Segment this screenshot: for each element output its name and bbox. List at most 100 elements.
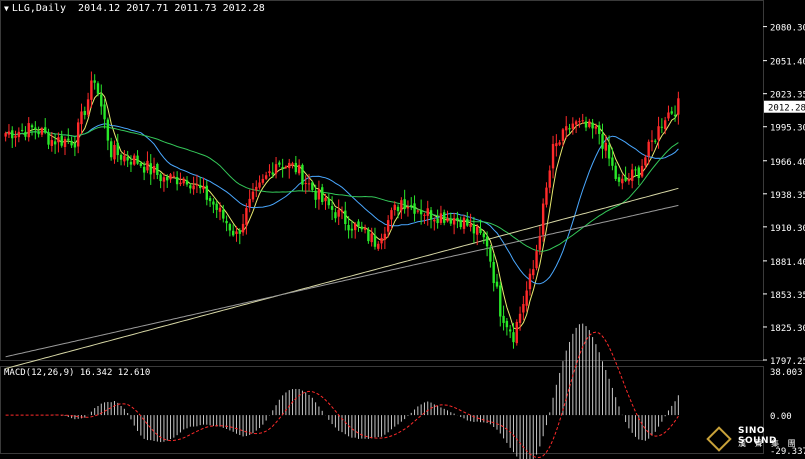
candle-body: [248, 198, 251, 208]
candle-body: [123, 155, 126, 162]
candle-body: [594, 126, 598, 129]
candle-body: [304, 182, 307, 184]
candle-body: [34, 127, 37, 130]
candle-body: [284, 166, 288, 168]
candle-body: [195, 184, 199, 186]
candle-body: [654, 140, 657, 142]
candle-body: [264, 175, 268, 179]
candle-body: [574, 121, 578, 125]
candle-body: [251, 191, 255, 200]
candle-body: [443, 212, 446, 223]
candle-body: [640, 165, 644, 177]
candle-body: [40, 128, 44, 135]
candle-body: [344, 210, 347, 225]
candle-body: [591, 122, 594, 129]
candle-body: [363, 228, 367, 230]
current-price-label: 2012.28: [768, 104, 805, 114]
candle-body: [116, 142, 119, 156]
candle-body: [73, 143, 77, 148]
candle-body: [607, 144, 611, 159]
candle-body: [452, 218, 456, 225]
candle-body: [129, 161, 133, 165]
candle-body: [380, 237, 383, 244]
candle-body: [621, 178, 624, 184]
candle-body: [403, 199, 406, 210]
candle-body: [235, 231, 238, 235]
sino-sound-logo: SINO SOUND 漢 聲 集 團: [706, 426, 802, 457]
candle-body: [175, 177, 179, 185]
price-tick-label: 1966.40: [770, 158, 805, 168]
candle-body: [311, 182, 314, 190]
candle-body: [353, 223, 357, 231]
candle-body: [634, 169, 637, 171]
price-chart[interactable]: 2080.30 2051.40 2023.35 1995.30 1966.40 1938.…: [0, 0, 805, 459]
candle-body: [670, 111, 673, 114]
candle-body: [96, 83, 100, 94]
candle-body: [518, 313, 522, 323]
candle-body: [80, 111, 83, 125]
price-tick-label: 1881.40: [770, 258, 805, 268]
candle-body: [630, 169, 634, 181]
candle-body: [53, 141, 57, 145]
candle-body: [479, 228, 482, 234]
candle-body: [604, 142, 608, 151]
candle-body: [423, 214, 426, 216]
candle-body: [307, 183, 311, 185]
candle-body: [528, 273, 532, 290]
candle-body: [673, 114, 677, 117]
candle-body: [245, 208, 248, 225]
candle-body: [367, 229, 370, 242]
candle-body: [189, 185, 192, 189]
candle-body: [228, 224, 232, 231]
candle-body: [297, 164, 301, 174]
candle-body: [419, 209, 423, 215]
candle-body: [113, 144, 116, 160]
candle-body: [162, 177, 166, 182]
candle-body: [291, 163, 294, 166]
candle-body: [30, 125, 34, 128]
candle-body: [268, 171, 271, 174]
candle-body: [644, 157, 647, 166]
candle-body: [571, 123, 575, 129]
logo-brand-cn: 漢 聲 集 團: [738, 439, 799, 448]
candle-body: [166, 176, 169, 181]
candle-body: [159, 174, 162, 182]
candle-body: [667, 112, 670, 119]
candle-body: [400, 200, 403, 211]
candle-body: [482, 233, 485, 238]
candle-body: [476, 226, 479, 235]
candle-body: [456, 217, 459, 220]
candle-body: [50, 140, 54, 146]
candle-body: [561, 129, 565, 141]
candle-body: [142, 166, 146, 173]
candle-body: [172, 175, 176, 177]
candle-body: [396, 206, 400, 212]
candle-body: [215, 203, 218, 210]
price-panel-border: [0, 0, 764, 361]
price-tick-label: 1995.30: [770, 124, 805, 134]
candle-body: [515, 321, 518, 344]
ma40-line: [5, 126, 679, 252]
candle-body: [44, 127, 47, 133]
ma20-line: [5, 123, 679, 285]
candle-body: [390, 210, 393, 220]
candle-body: [17, 131, 21, 138]
candle-body: [47, 132, 50, 145]
candle-body: [373, 235, 377, 247]
candle-body: [499, 285, 502, 317]
macd-signal-line: [5, 331, 679, 459]
candle-body: [106, 119, 110, 141]
candle-body: [208, 198, 212, 202]
candle-body: [27, 123, 30, 138]
candle-body: [67, 138, 70, 141]
candle-body: [182, 178, 185, 184]
candle-body: [584, 121, 588, 128]
candle-body: [146, 160, 149, 171]
macd-panel: [5, 323, 679, 459]
candle-body: [37, 131, 40, 135]
candle-body: [446, 218, 449, 222]
candle-body: [327, 198, 331, 206]
candle-body: [538, 236, 542, 250]
candle-body: [271, 172, 274, 175]
candle-body: [57, 137, 60, 143]
